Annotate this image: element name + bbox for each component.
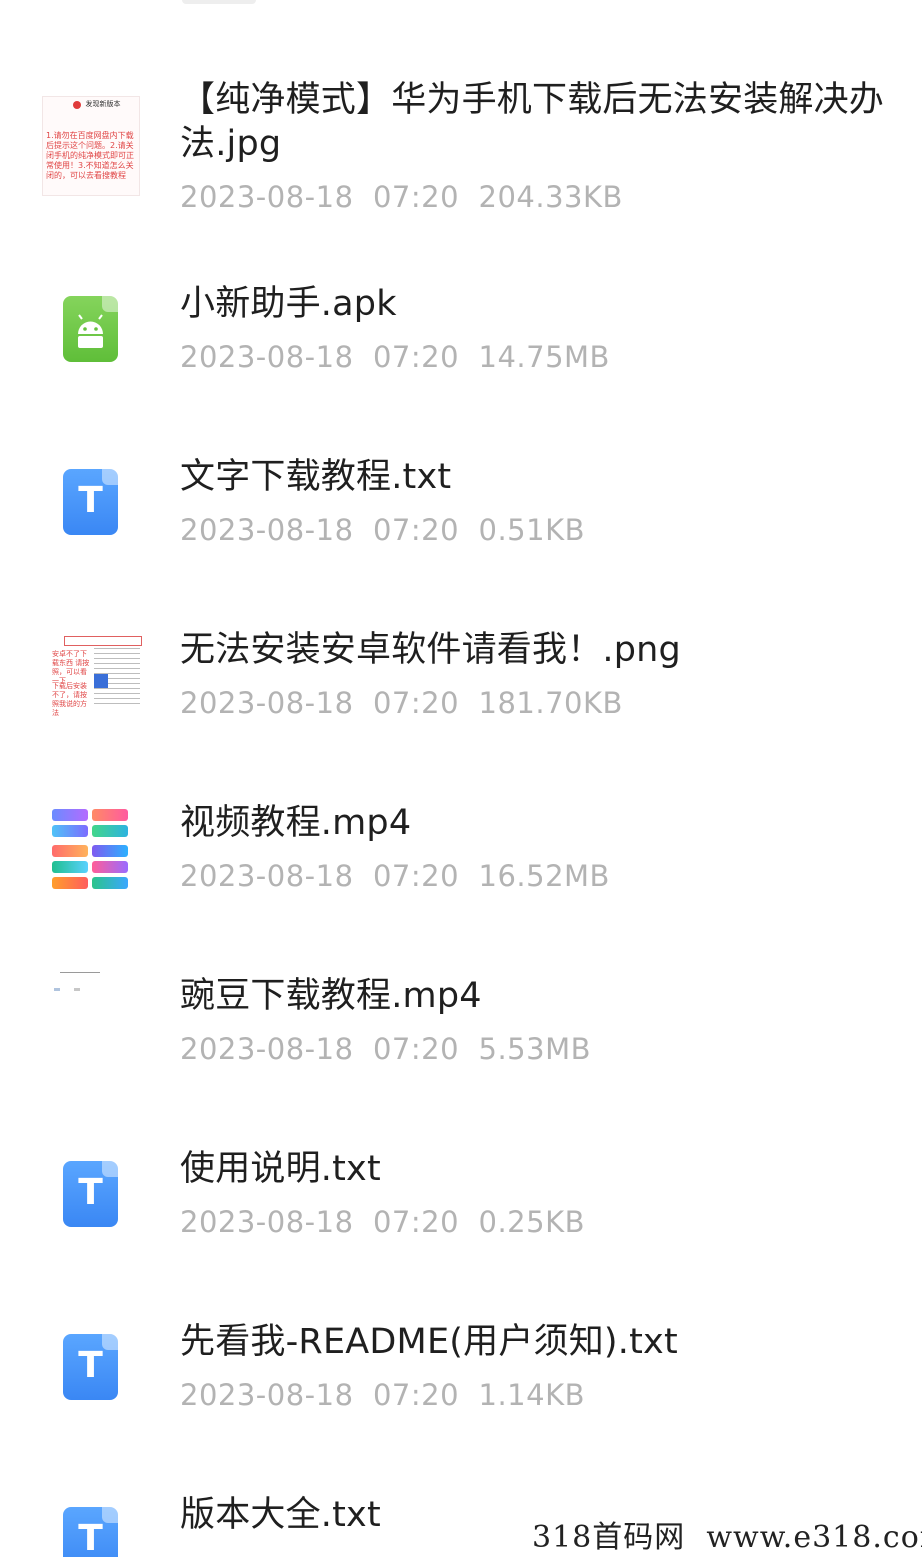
file-row[interactable]: T 先看我-README(用户须知).txt 2023-08-18 07:20 … bbox=[0, 1318, 922, 1478]
file-name: 视频教程.mp4 bbox=[180, 803, 412, 843]
file-name: 使用说明.txt bbox=[180, 1149, 381, 1189]
file-time: 07:20 bbox=[372, 1378, 460, 1412]
file-size: 181.70KB bbox=[478, 686, 623, 720]
file-row[interactable]: 发现新版本 1.请勿在百度网盘内下载后提示这个问题。2.请关闭手机的纯净模式即可… bbox=[0, 80, 922, 240]
file-meta: 2023-08-18 07:20 1.14KB bbox=[180, 1377, 585, 1413]
file-size: 5.53MB bbox=[478, 1032, 591, 1066]
text-file-icon: T bbox=[50, 453, 140, 553]
file-list: 发现新版本 1.请勿在百度网盘内下载后提示这个问题。2.请关闭手机的纯净模式即可… bbox=[0, 0, 922, 1557]
file-size: 14.75MB bbox=[478, 340, 610, 374]
file-name: 无法安装安卓软件请看我！.png bbox=[180, 630, 681, 670]
file-time: 07:20 bbox=[372, 859, 460, 893]
file-date: 2023-08-18 bbox=[180, 1032, 354, 1066]
file-meta: 2023-08-18 07:20 16.52MB bbox=[180, 858, 610, 894]
file-meta: 2023-08-18 07:20 14.75MB bbox=[180, 339, 610, 375]
file-size: 16.52MB bbox=[478, 859, 610, 893]
file-name: 先看我-README(用户须知).txt bbox=[180, 1322, 678, 1362]
file-time: 07:20 bbox=[372, 686, 460, 720]
file-time: 07:20 bbox=[372, 180, 460, 214]
file-meta: 2023-08-18 07:20 204.33KB bbox=[180, 179, 623, 215]
site-watermark: 318首码网 www.e318.com bbox=[532, 1520, 922, 1555]
file-date: 2023-08-18 bbox=[180, 859, 354, 893]
image-thumbnail-icon: 安卓不了下载东西 请按照，可以看一下 下载后安装不了，请按照我说的方法 bbox=[50, 626, 146, 726]
file-time: 07:20 bbox=[372, 340, 460, 374]
text-file-icon: T bbox=[50, 1145, 140, 1245]
file-date: 2023-08-18 bbox=[180, 513, 354, 547]
file-date: 2023-08-18 bbox=[180, 686, 354, 720]
file-meta: 2023-08-18 07:20 0.25KB bbox=[180, 1204, 585, 1240]
file-meta: 2023-08-18 07:20 0.51KB bbox=[180, 512, 585, 548]
file-size: 0.25KB bbox=[478, 1205, 585, 1239]
file-date: 2023-08-18 bbox=[180, 340, 354, 374]
image-thumbnail-icon: 发现新版本 1.请勿在百度网盘内下载后提示这个问题。2.请关闭手机的纯净模式即可… bbox=[42, 96, 140, 196]
file-name: 豌豆下载教程.mp4 bbox=[180, 976, 482, 1016]
file-size: 1.14KB bbox=[478, 1378, 585, 1412]
file-date: 2023-08-18 bbox=[180, 1378, 354, 1412]
file-name: 小新助手.apk bbox=[180, 284, 397, 324]
file-size: 0.51KB bbox=[478, 513, 585, 547]
file-date: 2023-08-18 bbox=[180, 1205, 354, 1239]
file-row[interactable]: T 使用说明.txt 2023-08-18 07:20 0.25KB bbox=[0, 1145, 922, 1305]
text-file-icon: T bbox=[50, 1491, 140, 1557]
file-date: 2023-08-18 bbox=[180, 180, 354, 214]
file-name: 文字下载教程.txt bbox=[180, 457, 452, 497]
file-row[interactable]: 视频教程.mp4 2023-08-18 07:20 16.52MB bbox=[0, 799, 922, 959]
file-time: 07:20 bbox=[372, 1032, 460, 1066]
file-meta: 2023-08-18 07:20 181.70KB bbox=[180, 685, 623, 721]
file-name: 【纯净模式】华为手机下载后无法安装解决办法.jpg bbox=[180, 80, 885, 164]
file-meta: 2023-08-18 07:20 5.53MB bbox=[180, 1031, 591, 1067]
video-thumbnail-icon bbox=[50, 972, 140, 1072]
file-row[interactable]: T 文字下载教程.txt 2023-08-18 07:20 0.51KB bbox=[0, 453, 922, 613]
file-row[interactable]: 安卓不了下载东西 请按照，可以看一下 下载后安装不了，请按照我说的方法 无法安装… bbox=[0, 626, 922, 786]
file-row[interactable]: 小新助手.apk 2023-08-18 07:20 14.75MB bbox=[0, 280, 922, 440]
file-time: 07:20 bbox=[372, 1205, 460, 1239]
file-size: 204.33KB bbox=[478, 180, 623, 214]
text-file-icon: T bbox=[50, 1318, 140, 1418]
file-time: 07:20 bbox=[372, 513, 460, 547]
video-thumbnail-icon bbox=[50, 799, 140, 899]
android-apk-icon bbox=[50, 280, 140, 380]
file-row[interactable]: 豌豆下载教程.mp4 2023-08-18 07:20 5.53MB bbox=[0, 972, 922, 1132]
